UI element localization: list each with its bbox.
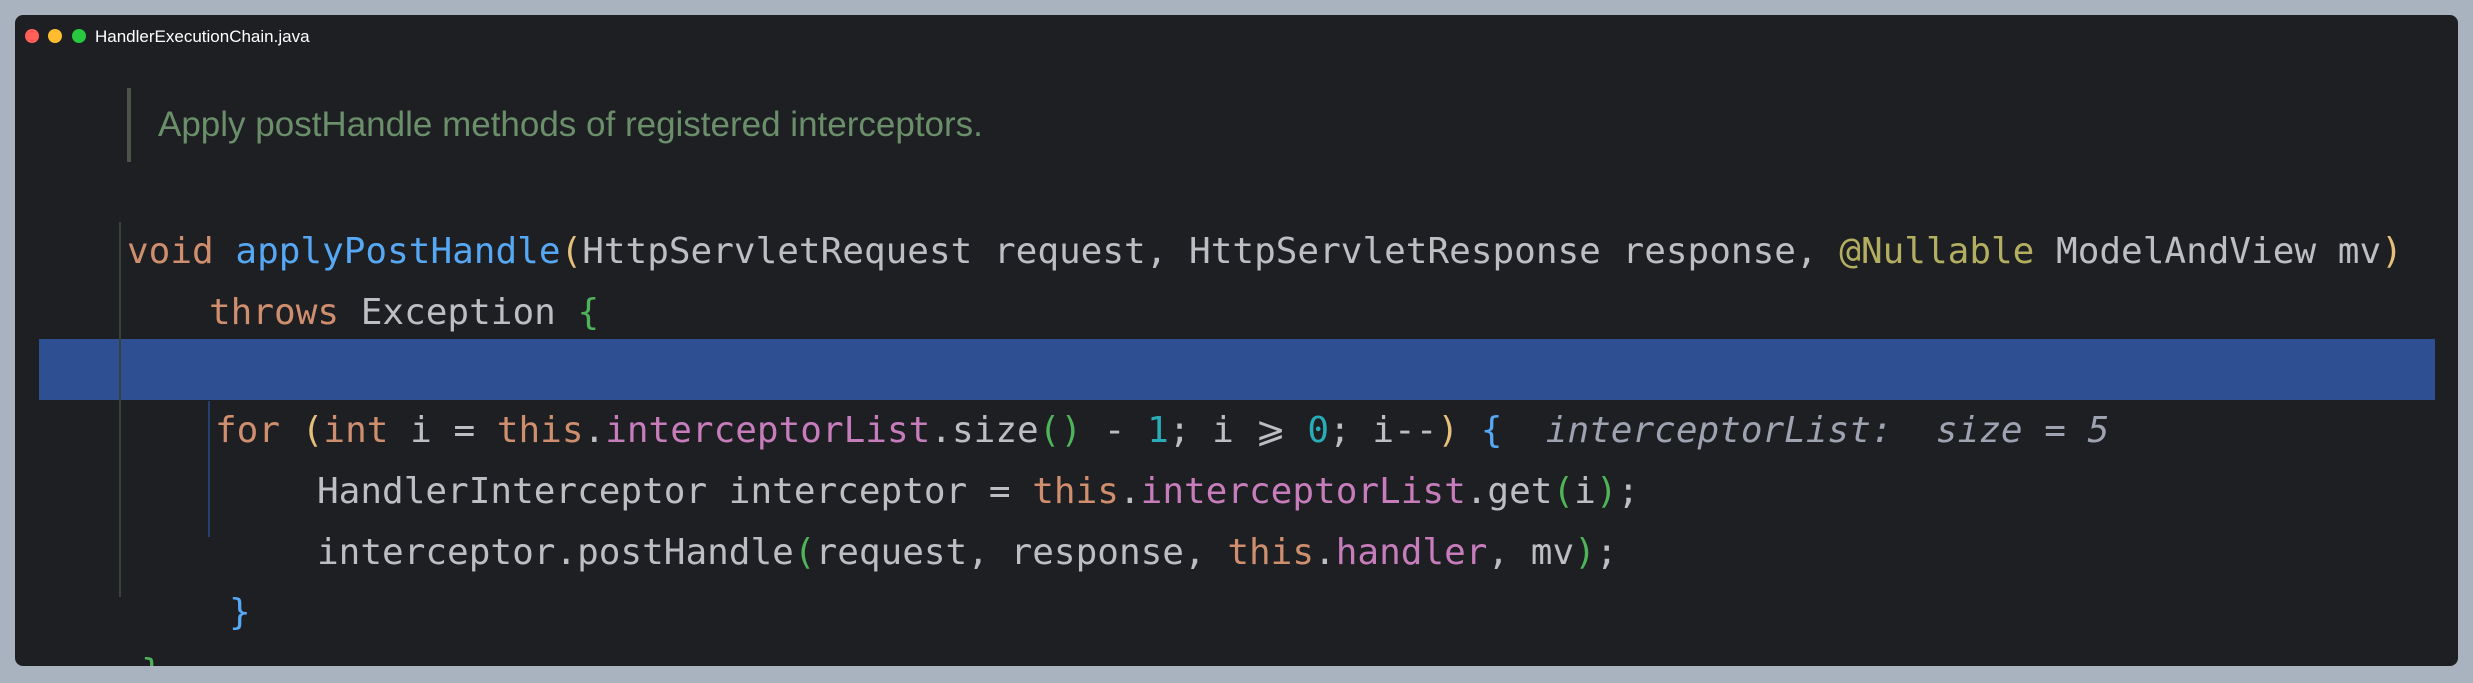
exception-type: Exception — [339, 292, 578, 333]
code-line-1[interactable]: void applyPostHandle(HttpServletRequest … — [15, 160, 2458, 272]
brace: } — [141, 642, 163, 666]
doc-comment-bar — [127, 88, 131, 162]
keyword: throws — [209, 292, 340, 333]
maximize-window-button[interactable] — [72, 29, 86, 43]
brace: { — [577, 292, 600, 333]
doc-comment: Apply postHandle methods of registered i… — [158, 105, 983, 144]
minimize-window-button[interactable] — [48, 29, 62, 43]
code-line-2[interactable]: throws Exception { — [15, 221, 2458, 333]
code-line-7[interactable]: } — [15, 581, 2458, 666]
code-line-4[interactable]: HandlerInterceptor interceptor = this.in… — [15, 400, 2458, 512]
code-line-6[interactable]: } — [15, 521, 2458, 633]
window-title: HandlerExecutionChain.java — [95, 27, 310, 46]
editor-window: HandlerExecutionChain.java Apply postHan… — [15, 15, 2458, 666]
title-bar: HandlerExecutionChain.java — [15, 15, 2458, 57]
close-window-button[interactable] — [25, 29, 39, 43]
code-line-3[interactable]: for (int i = this.interceptorList.size()… — [15, 339, 2458, 451]
code-line-5[interactable]: interceptor.postHandle(request, response… — [15, 461, 2458, 573]
